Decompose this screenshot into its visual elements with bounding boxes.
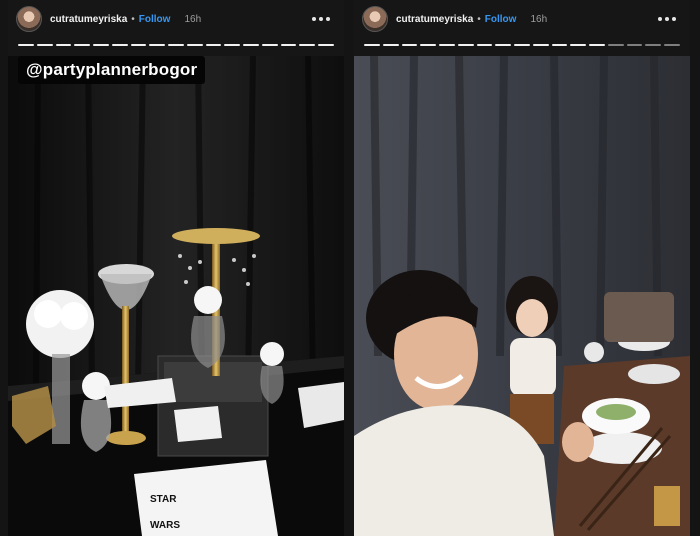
progress-segment bbox=[551, 44, 568, 46]
story-timestamp: 16h bbox=[184, 13, 202, 25]
progress-segment bbox=[130, 44, 147, 46]
progress-segment bbox=[36, 44, 53, 46]
progress-segment bbox=[645, 44, 662, 46]
progress-segment bbox=[55, 44, 72, 46]
progress-segment bbox=[439, 44, 455, 46]
separator-dot: • bbox=[131, 13, 135, 25]
progress-segment bbox=[111, 44, 128, 46]
progress-segment bbox=[280, 44, 297, 46]
progress-segment bbox=[664, 44, 681, 46]
story-progress-bar bbox=[18, 44, 335, 46]
progress-segment bbox=[299, 44, 316, 46]
story-header: cutratumeyriska • Follow 16h bbox=[362, 4, 682, 34]
story-timestamp: 16h bbox=[530, 13, 548, 25]
progress-segment bbox=[149, 44, 166, 46]
separator-dot: • bbox=[477, 13, 481, 25]
more-options-icon[interactable] bbox=[306, 11, 336, 27]
story-media-party-table[interactable]: STAR WARS bbox=[8, 56, 344, 536]
story-media-dining-photo[interactable] bbox=[354, 56, 690, 536]
follow-button[interactable]: Follow bbox=[485, 14, 517, 25]
more-options-icon[interactable] bbox=[652, 11, 682, 27]
story-progress-bar bbox=[364, 44, 681, 46]
party-table-photo: STAR WARS bbox=[8, 56, 344, 536]
story-panel-right[interactable]: cutratumeyriska • Follow 16h bbox=[354, 0, 690, 536]
progress-segment bbox=[364, 44, 380, 46]
progress-segment bbox=[168, 44, 184, 46]
progress-segment bbox=[93, 44, 109, 46]
progress-segment bbox=[589, 44, 605, 46]
story-header: cutratumeyriska • Follow 16h bbox=[16, 4, 336, 34]
progress-segment bbox=[514, 44, 530, 46]
progress-segment bbox=[224, 44, 241, 46]
user-avatar[interactable] bbox=[16, 6, 42, 32]
mention-sticker[interactable]: @partyplannerbogor bbox=[18, 56, 206, 84]
progress-segment bbox=[607, 44, 624, 46]
progress-segment bbox=[626, 44, 643, 46]
progress-segment bbox=[476, 44, 493, 46]
progress-segment bbox=[532, 44, 549, 46]
progress-segment bbox=[261, 44, 278, 46]
story-panel-left[interactable]: cutratumeyriska • Follow 16h STAR WARS @… bbox=[8, 0, 344, 536]
username[interactable]: cutratumeyriska bbox=[50, 14, 127, 25]
progress-segment bbox=[74, 44, 91, 46]
progress-segment bbox=[457, 44, 474, 46]
progress-segment bbox=[401, 44, 418, 46]
progress-segment bbox=[382, 44, 399, 46]
progress-segment bbox=[318, 44, 335, 46]
follow-button[interactable]: Follow bbox=[139, 14, 171, 25]
progress-segment bbox=[495, 44, 512, 46]
username[interactable]: cutratumeyriska bbox=[396, 14, 473, 25]
progress-segment bbox=[420, 44, 437, 46]
progress-segment bbox=[205, 44, 222, 46]
progress-segment bbox=[243, 44, 259, 46]
dining-photo bbox=[354, 56, 690, 536]
progress-segment bbox=[570, 44, 587, 46]
progress-segment bbox=[186, 44, 203, 46]
progress-segment bbox=[18, 44, 34, 46]
user-avatar[interactable] bbox=[362, 6, 388, 32]
